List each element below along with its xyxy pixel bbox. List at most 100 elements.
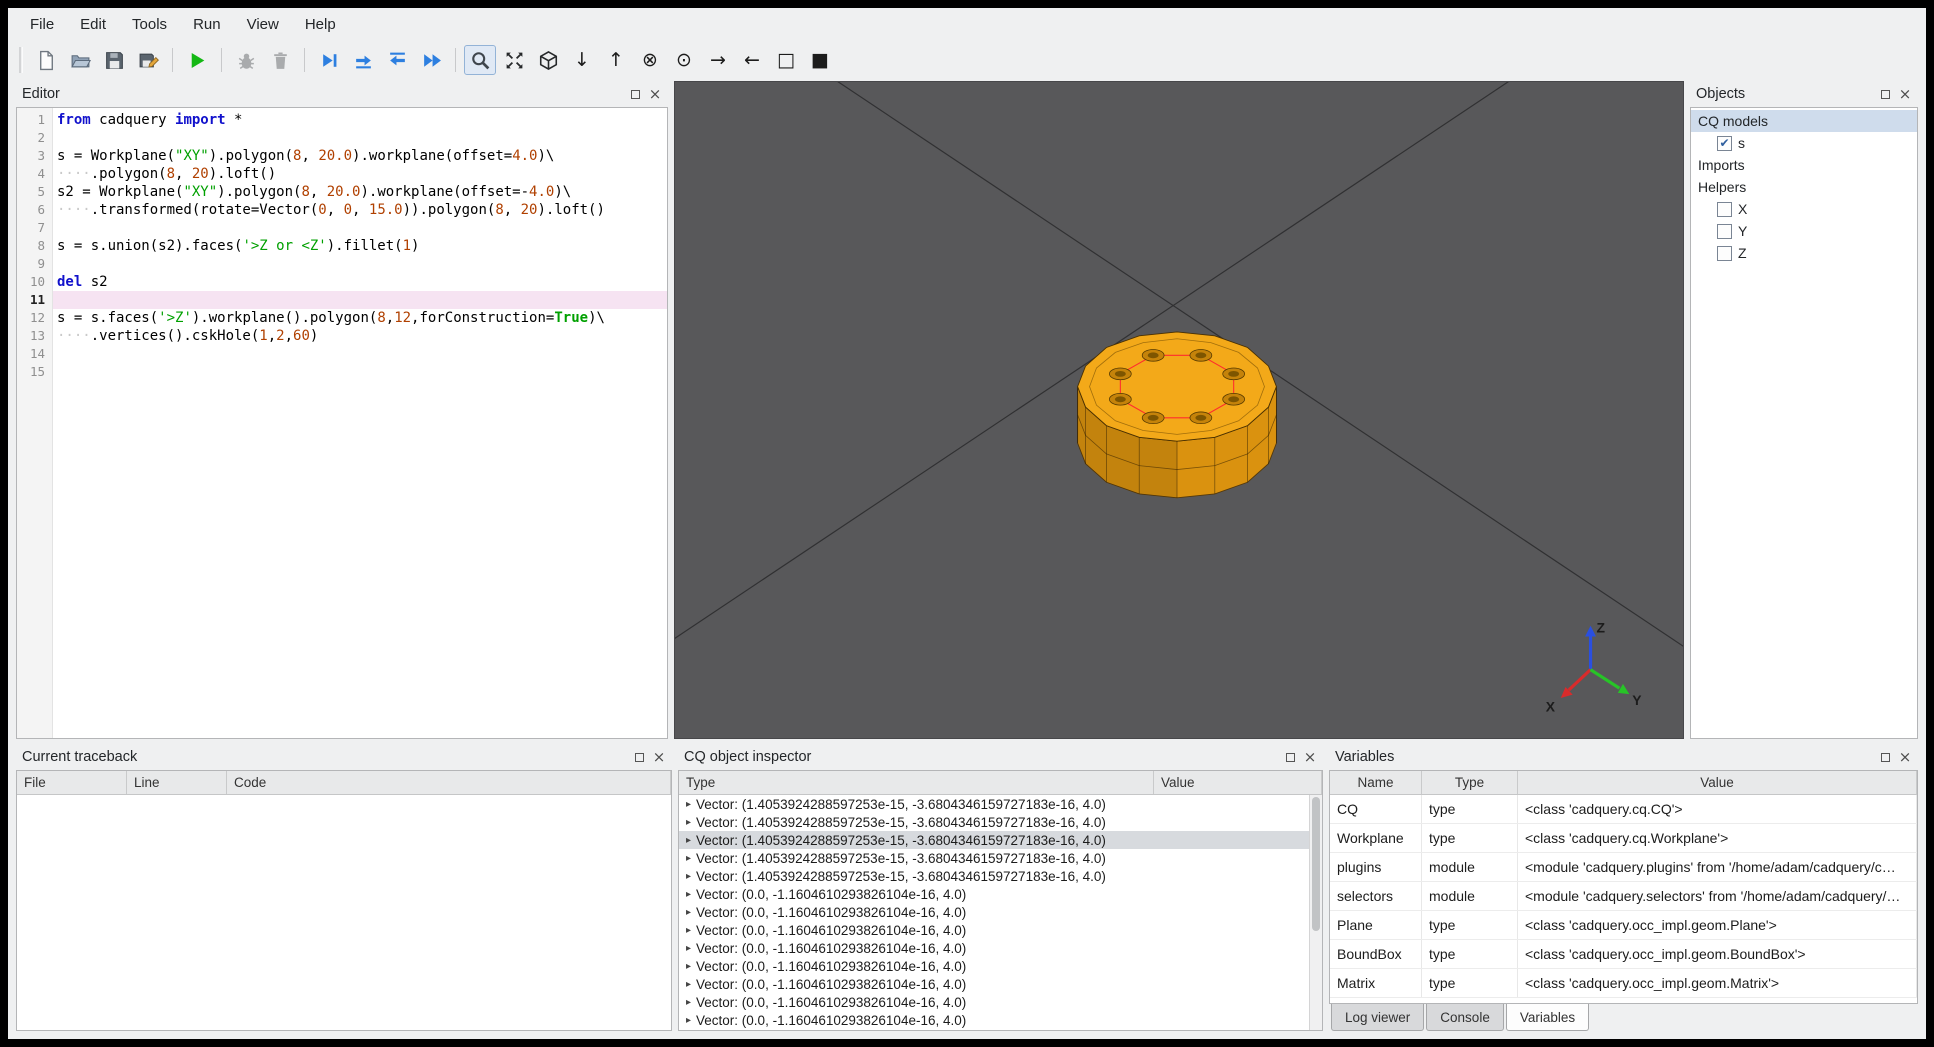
menu-item-tools[interactable]: Tools [120,11,179,38]
top-view-icon[interactable]: ↑ [600,45,632,75]
expand-arrow-icon[interactable]: ▸ [686,961,691,972]
inspector-row[interactable]: ▸ Vector: (0.0, -1.1604610293826104e-16, … [679,957,1309,975]
expand-arrow-icon[interactable]: ▸ [686,1015,691,1026]
inspector-row[interactable]: ▸ Vector: (1.4053924288597253e-15, -3.680… [679,813,1309,831]
viewport-3d[interactable]: X Y Z [674,81,1684,739]
tree-item-imports[interactable]: Imports [1691,154,1917,176]
inspector-row[interactable]: ▸ Vector: (1.4053924288597253e-15, -3.680… [679,849,1309,867]
iso-view-icon[interactable] [532,45,564,75]
tree-item-x[interactable]: X [1691,198,1917,220]
variable-row-matrix[interactable]: Matrix type <class 'cadquery.occ_impl.geom… [1330,969,1917,998]
expand-arrow-icon[interactable]: ▸ [686,871,691,882]
expand-arrow-icon[interactable]: ▸ [686,943,691,954]
inspector-row[interactable]: ▸ Vector: (0.0, -1.1604610293826104e-16, … [679,903,1309,921]
toolbar-handle[interactable] [19,47,23,73]
expand-arrow-icon[interactable]: ▸ [686,835,691,846]
fit-view-icon[interactable] [498,45,530,75]
variable-row-plugins[interactable]: plugins module <module 'cadquery.plugins' … [1330,853,1917,882]
inspector-row[interactable]: ▸ Vector: (0.0, -1.1604610293826104e-16, … [679,993,1309,1011]
expand-arrow-icon[interactable]: ▸ [686,817,691,828]
tree-item-y[interactable]: Y [1691,220,1917,242]
undock-button[interactable] [1875,747,1895,767]
column-header-file[interactable]: File [17,771,127,794]
undock-button[interactable] [1280,747,1300,767]
close-button[interactable]: × [649,747,669,767]
vertical-scrollbar[interactable] [1309,795,1322,1030]
column-header-code[interactable]: Code [227,771,671,794]
inspector-row[interactable]: ▸ Vector: (0.0, -1.1604610293826104e-16, … [679,1011,1309,1029]
wireframe-view-icon[interactable]: □ [770,45,802,75]
close-button[interactable]: × [1300,747,1320,767]
save-icon[interactable] [98,45,130,75]
undock-button[interactable] [629,747,649,767]
column-header-name[interactable]: Name [1330,771,1422,794]
column-header-value[interactable]: Value [1154,771,1322,794]
save-as-icon[interactable] [132,45,164,75]
menu-item-view[interactable]: View [235,11,291,38]
close-button[interactable]: × [645,84,665,104]
expand-arrow-icon[interactable]: ▸ [686,907,691,918]
tree-item-z[interactable]: Z [1691,242,1917,264]
inspector-row[interactable]: ▸ Vector: (0.0, -1.1604610293826104e-16, … [679,921,1309,939]
expand-arrow-icon[interactable]: ▸ [686,979,691,990]
undock-button[interactable] [625,84,645,104]
checkbox-y[interactable] [1717,223,1732,239]
step-icon[interactable] [313,45,345,75]
checkbox-s[interactable]: ✔ [1717,135,1732,151]
debug-icon[interactable] [230,45,262,75]
column-header-line[interactable]: Line [127,771,227,794]
checkbox-z[interactable] [1717,245,1732,261]
menu-item-help[interactable]: Help [293,11,348,38]
expand-arrow-icon[interactable]: ▸ [686,889,691,900]
menu-item-run[interactable]: Run [181,11,233,38]
left-view-icon[interactable]: ← [736,45,768,75]
menu-item-edit[interactable]: Edit [68,11,118,38]
inspector-row[interactable]: ▸ Vector: (0.0, -1.1604610293826104e-16, … [679,975,1309,993]
close-button[interactable]: × [1895,84,1915,104]
delete-icon[interactable] [264,45,296,75]
tree-item-cq-models[interactable]: CQ models [1691,110,1917,132]
back-view-icon[interactable]: ⊙ [668,45,700,75]
front-view-icon[interactable]: ⊗ [634,45,666,75]
expand-arrow-icon[interactable]: ▸ [686,853,691,864]
tab-log-viewer[interactable]: Log viewer [1331,1004,1425,1031]
expand-arrow-icon[interactable]: ▸ [686,925,691,936]
magnifier-icon[interactable] [464,45,496,75]
checkbox-x[interactable] [1717,201,1732,217]
inspector-row[interactable]: ▸ Vector: (1.4053924288597253e-15, -3.680… [679,867,1309,885]
variable-row-boundbox[interactable]: BoundBox type <class 'cadquery.occ_impl.ge… [1330,940,1917,969]
inspector-row[interactable]: ▸ Vector: (1.4053924288597253e-15, -3.680… [679,831,1309,849]
editor-code[interactable]: from cadquery import * s = Workplane("XY"… [53,108,667,738]
code-editor[interactable]: 1 2 3 4 5 6 7 8 9 10 11 12 13 14 15 from cadquery impo… [16,107,668,739]
undock-button[interactable] [1875,84,1895,104]
tab-variables[interactable]: Variables [1505,1004,1590,1031]
tree-item-s[interactable]: ✔ s [1691,132,1917,154]
close-button[interactable]: × [1895,747,1915,767]
continue-icon[interactable] [415,45,447,75]
column-header-type[interactable]: Type [1422,771,1518,794]
right-view-icon[interactable]: → [702,45,734,75]
variable-row-plane[interactable]: Plane type <class 'cadquery.occ_impl.geom.… [1330,911,1917,940]
tree-item-helpers[interactable]: Helpers [1691,176,1917,198]
variable-row-cq[interactable]: CQ type <class 'cadquery.cq.CQ'> [1330,795,1917,824]
expand-arrow-icon[interactable]: ▸ [686,997,691,1008]
bottom-view-icon[interactable]: ↓ [566,45,598,75]
step-into-icon[interactable] [347,45,379,75]
menu-item-file[interactable]: File [18,11,66,38]
variable-row-selectors[interactable]: selectors module <module 'cadquery.selecto… [1330,882,1917,911]
expand-arrow-icon[interactable]: ▸ [686,799,691,810]
column-header-type[interactable]: Type [679,771,1154,794]
new-document-icon[interactable] [30,45,62,75]
open-folder-icon[interactable] [64,45,96,75]
inspector-row[interactable]: ▸ Vector: (0.0, -1.1604610293826104e-16, … [679,939,1309,957]
column-header-value[interactable]: Value [1518,771,1917,794]
inspector-row[interactable]: ▸ Vector: (0.0, -1.1604610293826104e-16, … [679,885,1309,903]
shaded-view-icon[interactable]: ■ [804,45,836,75]
step-return-icon[interactable] [381,45,413,75]
tab-console[interactable]: Console [1426,1004,1504,1031]
render-icon[interactable] [181,45,213,75]
objects-panel-title: Objects [1696,86,1746,102]
scrollbar-thumb[interactable] [1312,797,1320,931]
inspector-row[interactable]: ▸ Vector: (1.4053924288597253e-15, -3.680… [679,795,1309,813]
variable-row-workplane[interactable]: Workplane type <class 'cadquery.cq.Workpla… [1330,824,1917,853]
